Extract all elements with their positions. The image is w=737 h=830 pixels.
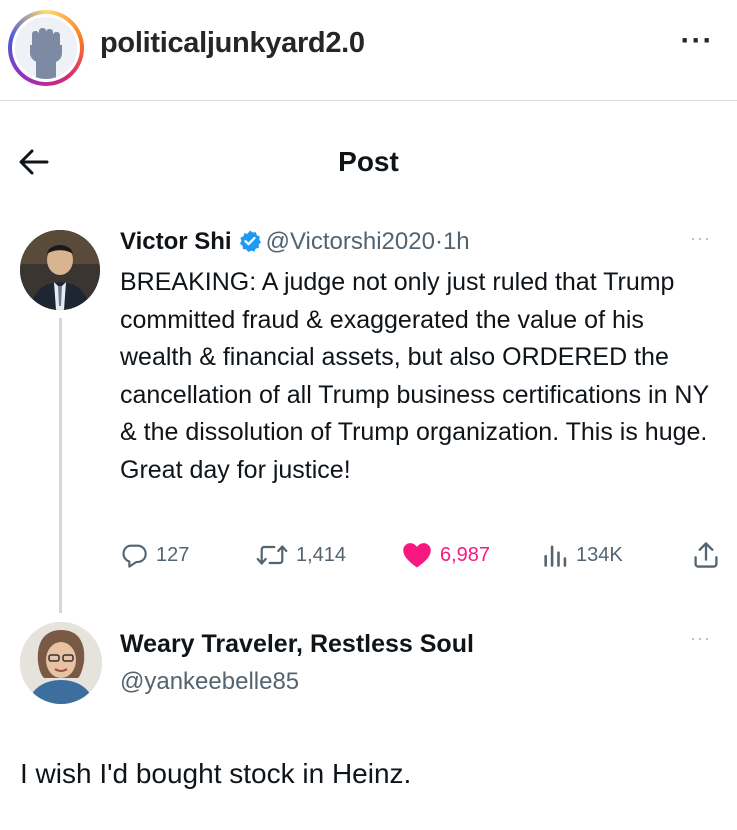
- view-count: 134K: [576, 543, 623, 566]
- bar-chart-icon: [544, 545, 567, 567]
- tweet-text: BREAKING: A judge not only just ruled th…: [120, 268, 709, 484]
- raised-fist-icon: [15, 17, 77, 79]
- instagram-post-header: politicaljunkyard2.0 ···: [0, 0, 737, 101]
- share-icon: [694, 542, 718, 568]
- reply-count: 127: [156, 543, 190, 566]
- thread-connector-line: [59, 318, 62, 613]
- verified-badge-icon: [238, 229, 262, 253]
- reply-author-name[interactable]: Weary Traveler, Restless Soul: [120, 630, 474, 659]
- reply-author-handle[interactable]: @yankeebelle85: [120, 668, 299, 696]
- retweet-icon: [256, 545, 288, 565]
- views-button[interactable]: 134K: [542, 537, 623, 573]
- author-name[interactable]: Victor Shi: [120, 228, 232, 255]
- tweet-action-bar: 127 1,414 6,987 134K: [120, 537, 730, 573]
- like-button[interactable]: 6,987: [402, 537, 490, 573]
- tweet-author-avatar[interactable]: [20, 230, 100, 310]
- tweet-more-icon[interactable]: ···: [690, 228, 711, 249]
- author-handle[interactable]: @Victorshi2020: [266, 228, 435, 255]
- retweet-count: 1,414: [296, 543, 347, 566]
- share-button[interactable]: [692, 537, 720, 573]
- reply-text: I wish I'd bought stock in Heinz.: [20, 758, 412, 789]
- reply-author-avatar[interactable]: [20, 622, 102, 704]
- page-title: Post: [338, 146, 399, 177]
- meta-separator: ·: [434, 228, 443, 255]
- profile-avatar[interactable]: [8, 10, 84, 86]
- reply-button[interactable]: 127: [120, 537, 189, 573]
- account-username[interactable]: politicaljunkyard2.0: [100, 27, 365, 60]
- more-options-icon[interactable]: ···: [672, 26, 722, 66]
- reply-icon: [122, 544, 147, 568]
- reply-more-icon[interactable]: ···: [690, 628, 711, 649]
- tweet-timestamp[interactable]: 1h: [443, 228, 470, 255]
- tweet-header: Victor Shi @Victorshi2020·1h: [120, 228, 470, 256]
- retweet-button[interactable]: 1,414: [256, 537, 346, 573]
- like-count: 6,987: [440, 543, 491, 566]
- heart-icon: [403, 543, 431, 568]
